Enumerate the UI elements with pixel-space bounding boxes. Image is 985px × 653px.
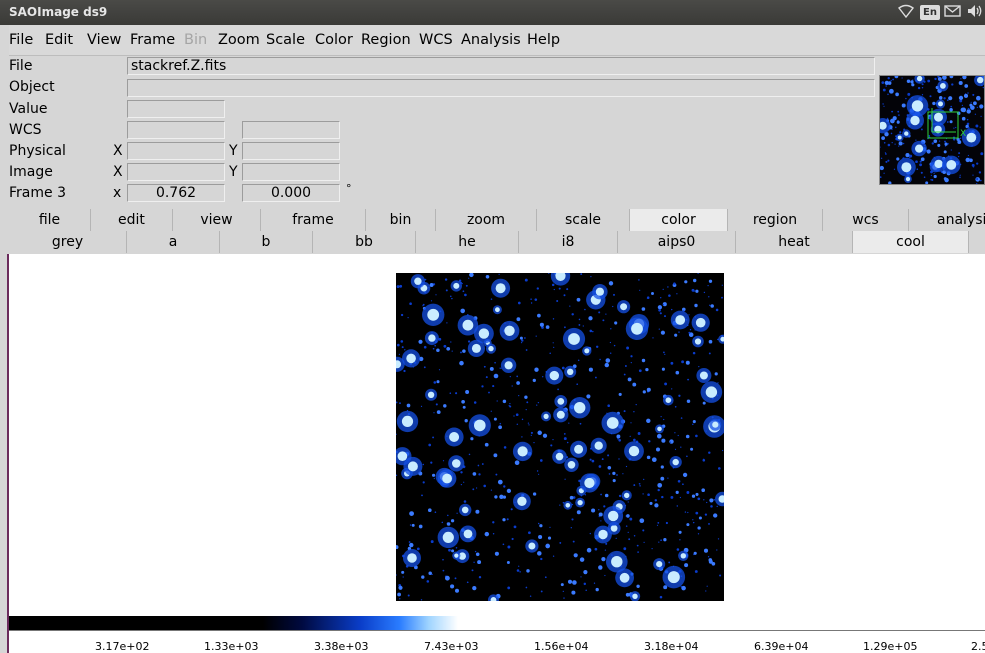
image-canvas[interactable] (9, 254, 985, 616)
button-view[interactable]: view (173, 209, 261, 231)
colormap-more[interactable] (969, 231, 985, 253)
frame-label: Frame 3 (9, 185, 66, 201)
value-field (127, 100, 225, 118)
menu-view[interactable]: View (87, 32, 121, 48)
colorbar-tick: 1.33e+03 (204, 640, 259, 653)
colorbar-tick: 3.18e+04 (644, 640, 699, 653)
colorbar[interactable] (9, 616, 985, 631)
menu-edit[interactable]: Edit (45, 32, 73, 48)
colormap-b[interactable]: b (220, 231, 313, 253)
button-color[interactable]: color (630, 209, 728, 231)
colorbar-tick: 2.5 (971, 640, 985, 653)
colormap-grey[interactable]: grey (9, 231, 127, 253)
physical-x-axis-label: X (113, 143, 123, 159)
colorbar-tick-labels: 3.17e+02 1.33e+03 3.38e+03 7.43e+03 1.56… (9, 631, 985, 653)
menu-wcs[interactable]: WCS (419, 32, 453, 48)
menu-bin: Bin (184, 32, 208, 48)
button-region[interactable]: region (728, 209, 823, 231)
colormap-aips0[interactable]: aips0 (618, 231, 736, 253)
zoom-axis-label: x (113, 185, 122, 201)
image-y-axis-label: Y (229, 164, 238, 180)
star-field-image (389, 266, 730, 606)
colormap-a[interactable]: a (127, 231, 220, 253)
colormap-bb[interactable]: bb (313, 231, 416, 253)
wifi-icon[interactable] (897, 3, 915, 21)
title-bar: SAOImage ds9 En (0, 0, 985, 25)
physical-label: Physical (9, 143, 66, 159)
object-field (127, 79, 875, 97)
button-edit[interactable]: edit (91, 209, 173, 231)
menu-scale[interactable]: Scale (266, 32, 305, 48)
colormap-i8[interactable]: i8 (519, 231, 618, 253)
magnifier-panner[interactable]: X (879, 75, 985, 185)
button-zoom[interactable]: zoom (436, 209, 537, 231)
svg-text:X: X (960, 129, 966, 139)
wcs-x-field (127, 121, 225, 139)
physical-y-field (242, 142, 340, 160)
menu-frame[interactable]: Frame (130, 32, 175, 48)
wcs-y-field (242, 121, 340, 139)
info-panel: File stackref.Z.fits Object Value WCS Ph… (9, 56, 985, 208)
mail-icon[interactable] (944, 3, 962, 21)
button-bar-main: file edit view frame bin zoom scale colo… (9, 209, 985, 231)
menu-color[interactable]: Color (315, 32, 353, 48)
menu-file[interactable]: File (9, 32, 33, 48)
object-label: Object (9, 79, 55, 95)
degree-label: ° (346, 182, 352, 195)
value-label: Value (9, 101, 48, 117)
button-bar-colormaps: grey a b bb he i8 aips0 heat cool (9, 231, 985, 253)
file-label: File (9, 58, 33, 74)
menu-analysis[interactable]: Analysis (461, 32, 521, 48)
panner-image: X (880, 76, 984, 184)
image-label: Image (9, 164, 53, 180)
button-frame[interactable]: frame (261, 209, 366, 231)
menu-zoom[interactable]: Zoom (218, 32, 260, 48)
image-y-field (242, 163, 340, 181)
physical-y-axis-label: Y (229, 143, 238, 159)
colorbar-tick: 1.56e+04 (534, 640, 589, 653)
menu-region[interactable]: Region (361, 32, 411, 48)
menu-bar: File Edit View Frame Bin Zoom Scale Colo… (9, 25, 985, 56)
keyboard-layout-indicator[interactable]: En (920, 5, 940, 20)
button-bin[interactable]: bin (366, 209, 436, 231)
colorbar-tick: 6.39e+04 (754, 640, 809, 653)
volume-icon[interactable] (966, 3, 984, 21)
fits-image-frame[interactable] (389, 266, 730, 606)
wcs-label: WCS (9, 122, 42, 138)
colormap-heat[interactable]: heat (736, 231, 853, 253)
colorbar-tick: 1.29e+05 (863, 640, 918, 653)
angle-field: 0.000 (242, 184, 340, 202)
button-scale[interactable]: scale (537, 209, 630, 231)
menu-help[interactable]: Help (527, 32, 560, 48)
image-x-axis-label: X (113, 164, 123, 180)
colorbar-tick: 3.17e+02 (95, 640, 150, 653)
zoom-field: 0.762 (127, 184, 225, 202)
colormap-cool[interactable]: cool (853, 231, 969, 253)
window-title: SAOImage ds9 (9, 5, 108, 19)
physical-x-field (127, 142, 225, 160)
image-x-field (127, 163, 225, 181)
button-wcs[interactable]: wcs (823, 209, 909, 231)
button-file[interactable]: file (9, 209, 91, 231)
file-field: stackref.Z.fits (127, 57, 875, 75)
colorbar-tick: 7.43e+03 (424, 640, 479, 653)
button-analysis[interactable]: analysis (909, 209, 985, 231)
colormap-he[interactable]: he (416, 231, 519, 253)
colorbar-tick: 3.38e+03 (314, 640, 369, 653)
